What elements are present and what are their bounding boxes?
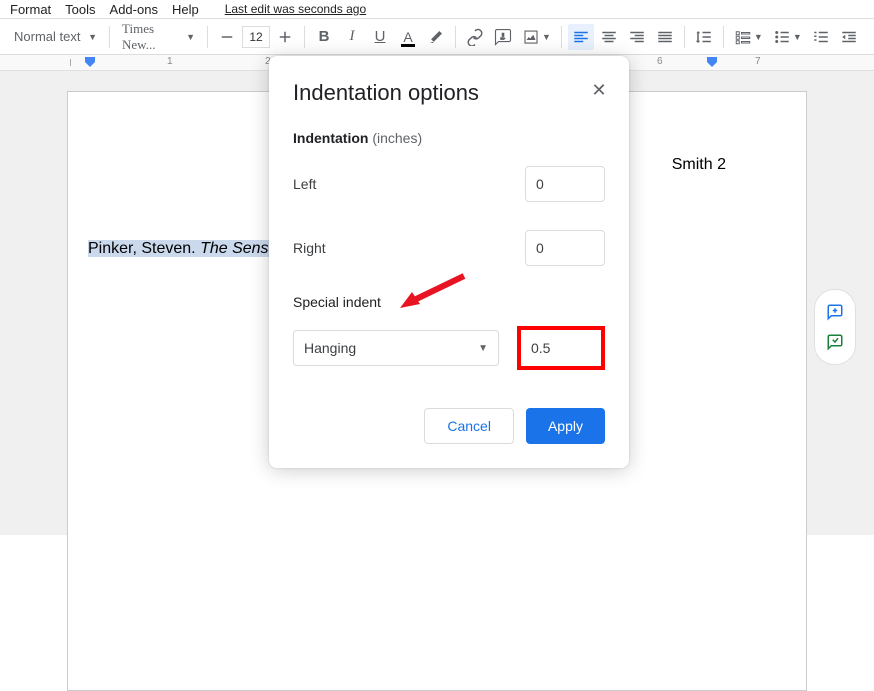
- menu-addons[interactable]: Add-ons: [110, 2, 158, 17]
- align-center-button[interactable]: [596, 24, 622, 50]
- menu-tools[interactable]: Tools: [65, 2, 95, 17]
- last-edit-label[interactable]: Last edit was seconds ago: [225, 2, 366, 16]
- checklist-button[interactable]: ▼: [730, 24, 767, 50]
- ruler-tick-label: 1: [165, 56, 175, 67]
- special-indent-value: Hanging: [304, 340, 356, 356]
- add-comment-button[interactable]: [490, 24, 516, 50]
- caret-down-icon: ▼: [186, 32, 195, 42]
- bulleted-list-button[interactable]: ▼: [769, 24, 806, 50]
- indentation-section-heading: Indentation (inches): [293, 130, 605, 146]
- side-action-rail: [814, 289, 856, 365]
- special-indent-select[interactable]: Hanging ▼: [293, 330, 499, 366]
- caret-down-icon: ▼: [88, 32, 97, 42]
- page-header-text: Smith 2: [672, 156, 726, 174]
- numbered-list-button[interactable]: [808, 24, 834, 50]
- font-size-decrease[interactable]: [214, 24, 240, 50]
- left-indent-input[interactable]: [525, 166, 605, 202]
- align-right-button[interactable]: [624, 24, 650, 50]
- cancel-button[interactable]: Cancel: [424, 408, 514, 444]
- right-indent-input[interactable]: [525, 230, 605, 266]
- caret-down-icon: ▼: [478, 343, 488, 354]
- paragraph-style-dropdown[interactable]: Normal text ▼: [8, 24, 103, 50]
- ruler-tick-label: 7: [753, 56, 763, 67]
- special-indent-amount-input[interactable]: [517, 326, 605, 370]
- ruler-tick-label: 6: [655, 56, 665, 67]
- menubar: Format Tools Add-ons Help Last edit was …: [0, 0, 874, 18]
- apply-button[interactable]: Apply: [526, 408, 605, 444]
- suggest-edits-icon[interactable]: [821, 328, 849, 356]
- left-indent-label: Left: [293, 176, 316, 192]
- add-comment-icon[interactable]: [821, 298, 849, 326]
- close-button[interactable]: ✕: [587, 78, 611, 102]
- italic-button[interactable]: I: [339, 24, 365, 50]
- highlight-color-button[interactable]: [423, 24, 449, 50]
- toolbar: Normal text ▼ Times New... ▼ B I U A ▼ ▼…: [0, 19, 874, 55]
- special-indent-heading: Special indent: [293, 294, 605, 310]
- citation-author: Pinker, Steven.: [88, 240, 200, 257]
- menu-format[interactable]: Format: [10, 2, 51, 17]
- citation-line[interactable]: Pinker, Steven. The Sense of: [88, 240, 295, 258]
- insert-link-button[interactable]: [462, 24, 488, 50]
- font-size-input[interactable]: [242, 26, 270, 48]
- close-icon: ✕: [591, 80, 606, 101]
- dialog-title: Indentation options: [293, 80, 605, 106]
- underline-button[interactable]: U: [367, 24, 393, 50]
- line-spacing-button[interactable]: [691, 24, 717, 50]
- insert-image-button[interactable]: ▼: [518, 24, 555, 50]
- bold-button[interactable]: B: [311, 24, 337, 50]
- font-size-increase[interactable]: [272, 24, 298, 50]
- font-family-dropdown[interactable]: Times New... ▼: [116, 24, 201, 50]
- align-justify-button[interactable]: [652, 24, 678, 50]
- indentation-options-dialog: Indentation options ✕ Indentation (inche…: [269, 56, 629, 468]
- decrease-indent-button[interactable]: [836, 24, 862, 50]
- right-indent-label: Right: [293, 240, 326, 256]
- align-left-button[interactable]: [568, 24, 594, 50]
- paragraph-style-label: Normal text: [14, 29, 80, 44]
- menu-help[interactable]: Help: [172, 2, 199, 17]
- text-color-button[interactable]: A: [395, 24, 421, 50]
- font-family-label: Times New...: [122, 21, 184, 53]
